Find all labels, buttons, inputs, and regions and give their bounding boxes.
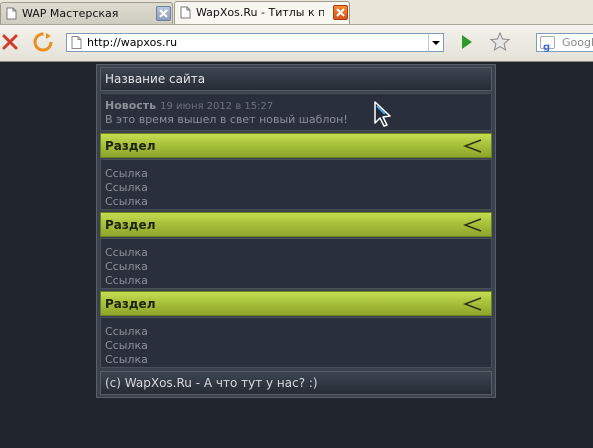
section-title: Раздел [105,297,156,311]
site-container: Название сайта Новость 19 июня 2012 в 15:… [96,64,496,398]
navigation-toolbar: g Google [0,25,593,62]
tab-title: WapXos.Ru - Титлы к п... [196,6,324,19]
section-link[interactable]: Ссылка [101,274,148,288]
news-label[interactable]: Новость [105,99,156,112]
google-icon: g [540,36,555,53]
bookmark-star-icon[interactable] [489,31,511,53]
site-title: Название сайта [105,72,206,86]
collapse-arrow-icon[interactable] [463,138,483,154]
section-header[interactable]: Раздел [100,291,492,316]
close-icon[interactable] [333,5,348,20]
page-favicon-icon [180,6,191,19]
stop-icon[interactable] [0,31,22,53]
search-box[interactable]: g Google [536,33,593,53]
section-title: Раздел [105,218,156,232]
section-link[interactable]: Ссылка [101,260,148,274]
section-header[interactable]: Раздел [100,212,492,237]
page-favicon-icon [6,7,17,20]
site-header: Название сайта [100,67,492,91]
section-link[interactable]: Ссылка [101,181,148,195]
news-block: Новость 19 июня 2012 в 15:27 В это время … [100,93,492,131]
reload-icon[interactable] [32,31,54,53]
go-arrow-icon[interactable] [455,31,477,53]
tab-bar: WAP Мастерская WapXos.Ru - Титлы к п... [0,0,593,25]
section-title: Раздел [105,139,156,153]
page-icon [71,36,82,49]
mouse-cursor-icon [374,101,391,127]
search-placeholder: Google [562,36,593,49]
chevron-down-icon[interactable] [428,34,443,51]
section-link[interactable]: Ссылка [101,195,148,209]
section-link[interactable]: Ссылка [101,167,148,181]
footer-text: (c) WapXos.Ru - А что тут у нас? :) [105,376,318,390]
news-date: 19 июня 2012 в 15:27 [160,101,274,112]
section-link[interactable]: Ссылка [101,325,148,339]
section-link[interactable]: Ссылка [101,353,148,367]
section-link[interactable]: Ссылка [101,246,148,260]
tab-wap-masterskaya[interactable]: WAP Мастерская [0,2,173,24]
site-footer: (c) WapXos.Ru - А что тут у нас? :) [100,371,492,395]
collapse-arrow-icon[interactable] [463,217,483,233]
section-links: Ссылка Ссылка Ссылка [100,159,492,210]
tab-wapxos[interactable]: WapXos.Ru - Титлы к п... [174,1,350,24]
tab-title: WAP Мастерская [22,7,119,20]
section-links: Ссылка Ссылка Ссылка [100,238,492,289]
address-bar[interactable] [66,33,444,52]
section-header[interactable]: Раздел [100,133,492,158]
news-text: В это время вышел в свет новый шаблон! [105,113,348,126]
section-links: Ссылка Ссылка Ссылка [100,317,492,368]
section-link[interactable]: Ссылка [101,339,148,353]
close-icon[interactable] [156,6,171,21]
url-input[interactable] [87,35,427,50]
svg-text:g: g [543,42,550,52]
collapse-arrow-icon[interactable] [463,296,483,312]
